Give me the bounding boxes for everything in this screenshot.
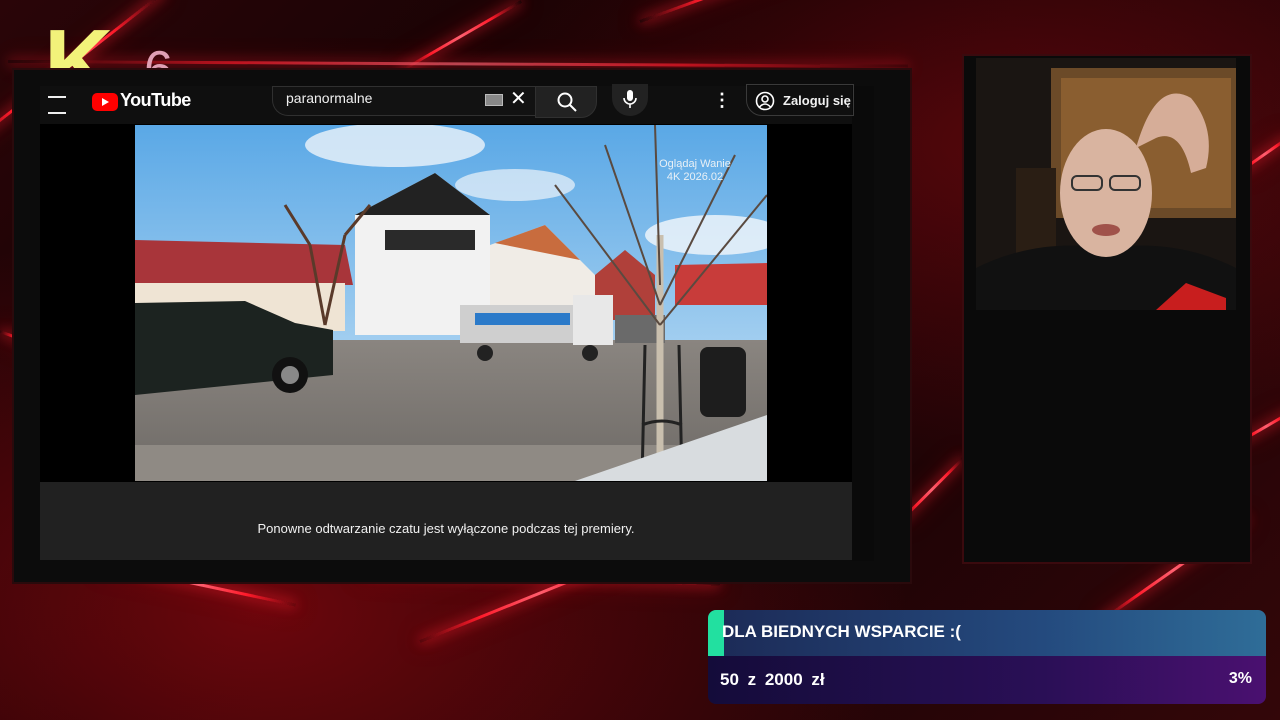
search-input[interactable]: paranormalne [286,90,372,106]
background-streak [639,0,885,23]
microphone-icon [623,90,637,108]
donation-amount: 50 z 2000 zł [720,670,825,689]
chat-disabled-message: Ponowne odtwarzanie czatu jest wyłączone… [257,521,635,536]
sign-in-button[interactable]: Zaloguj się [746,84,854,116]
donation-title: DLA BIEDNYCH WSPARCIE :( [722,622,961,641]
clear-search-icon[interactable]: ✕ [510,86,527,112]
youtube-logo-icon[interactable] [92,93,118,111]
chat-replay-panel: Ponowne odtwarzanie czatu jest wyłączone… [40,482,852,560]
account-icon [755,91,775,111]
more-options-icon[interactable]: ⋮ [713,90,731,111]
video-watermark-line2: 4K 2026.02 [667,171,723,183]
video-frame[interactable]: Oglądaj Wanie 4K 2026.02 [135,125,767,481]
sign-in-label: Zaloguj się [783,93,851,108]
keyboard-icon[interactable] [485,94,503,106]
search-button[interactable] [535,86,597,118]
video-watermark-line1: Oglądaj Wanie [659,158,731,170]
menu-icon[interactable] [48,96,66,114]
search-icon [557,92,577,112]
scrollbar[interactable] [852,86,874,561]
youtube-logo-text[interactable]: YouTube [120,90,191,111]
webcam-feed [976,58,1236,310]
donation-percent: 3% [1228,670,1252,687]
